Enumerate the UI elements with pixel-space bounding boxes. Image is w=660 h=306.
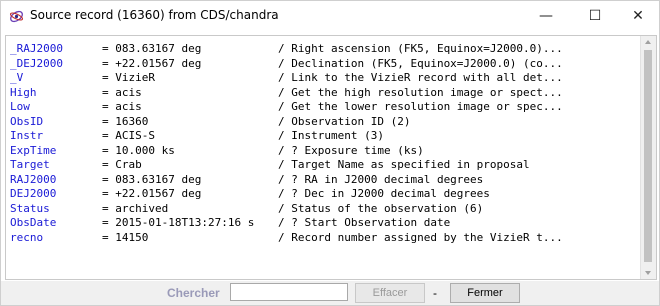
field-name[interactable]: DEJ2000 bbox=[10, 187, 56, 202]
field-value: = Crab bbox=[102, 158, 142, 171]
field-value: = 083.63167 deg bbox=[102, 172, 202, 186]
vertical-scrollbar[interactable] bbox=[640, 36, 656, 279]
field-value: = +22.01567 deg bbox=[102, 56, 202, 70]
field-description: / Status of the observation (6) bbox=[278, 201, 484, 215]
field-description: / Instrument (3) bbox=[278, 129, 384, 142]
field-name[interactable]: Status bbox=[10, 202, 50, 217]
close-window-button[interactable]: ✕ bbox=[615, 1, 660, 32]
field-description: / Record number assigned by the VizieR t… bbox=[278, 230, 563, 244]
field-name[interactable]: Target bbox=[10, 158, 50, 173]
arrow-down-icon[interactable] bbox=[645, 271, 651, 275]
window-title: Source record (16360) from CDS/chandra bbox=[30, 8, 279, 22]
clear-button[interactable]: Effacer bbox=[355, 283, 425, 303]
field-description: / Observation ID (2) bbox=[278, 114, 411, 128]
arrow-up-icon[interactable] bbox=[645, 40, 651, 44]
field-description: / Link to the VizieR record with all det… bbox=[278, 71, 563, 84]
source-record-window: Source record (16360) from CDS/chandra —… bbox=[0, 0, 660, 306]
field-name[interactable]: ExpTime bbox=[10, 144, 56, 159]
field-description: / Declination (FK5, Equinox=J2000.0) (co… bbox=[278, 56, 563, 70]
field-value: = archived bbox=[102, 201, 169, 215]
field-description: / ? Dec in J2000 decimal degrees bbox=[278, 187, 490, 200]
close-button[interactable]: Fermer bbox=[450, 283, 520, 303]
field-value: = VizieR bbox=[102, 71, 155, 84]
field-name[interactable]: High bbox=[10, 86, 37, 101]
field-name[interactable]: Instr bbox=[10, 129, 43, 144]
field-value: = acis bbox=[102, 100, 142, 113]
field-name[interactable]: _DEJ2000 bbox=[10, 57, 63, 72]
maximize-button[interactable]: ☐ bbox=[572, 1, 618, 32]
field-value: = acis bbox=[102, 85, 142, 99]
title-bar[interactable]: Source record (16360) from CDS/chandra —… bbox=[1, 1, 659, 32]
record-panel[interactable]: _RAJ2000 = 083.63167 deg / Right ascensi… bbox=[5, 35, 657, 280]
field-description: / Right ascension (FK5, Equinox=J2000.0)… bbox=[278, 42, 563, 55]
minimize-button[interactable]: — bbox=[523, 1, 569, 32]
field-value: = ACIS-S bbox=[102, 129, 155, 142]
field-name[interactable]: ObsID bbox=[10, 115, 43, 130]
scrollbar-thumb[interactable] bbox=[644, 50, 652, 262]
field-description: / Target Name as specified in proposal bbox=[278, 158, 530, 171]
search-input[interactable] bbox=[230, 283, 348, 301]
field-description: / ? RA in J2000 decimal degrees bbox=[278, 172, 484, 186]
field-name[interactable]: _RAJ2000 bbox=[10, 42, 63, 57]
field-name[interactable]: _V bbox=[10, 71, 23, 86]
field-description: / ? Exposure time (ks) bbox=[278, 143, 424, 157]
aladin-icon bbox=[9, 10, 24, 23]
field-value: = +22.01567 deg bbox=[102, 187, 202, 200]
field-value: = 083.63167 deg bbox=[102, 42, 202, 55]
field-value: = 2015-01-18T13:27:16 s bbox=[102, 216, 255, 229]
footer-toolbar: Chercher Effacer - Fermer bbox=[1, 281, 659, 305]
field-name[interactable]: ObsDate bbox=[10, 216, 56, 231]
field-value: = 10.000 ks bbox=[102, 143, 175, 157]
separator: - bbox=[433, 286, 437, 300]
field-value: = 14150 bbox=[102, 230, 149, 244]
search-label: Chercher bbox=[167, 286, 220, 300]
field-name[interactable]: recno bbox=[10, 231, 43, 246]
field-description: / Get the lower resolution image or spec… bbox=[278, 100, 563, 113]
field-description: / ? Start Observation date bbox=[278, 216, 451, 229]
field-value: = 16360 bbox=[102, 114, 149, 128]
field-name[interactable]: RAJ2000 bbox=[10, 173, 56, 188]
field-name[interactable]: Low bbox=[10, 100, 30, 115]
field-description: / Get the high resolution image or spect… bbox=[278, 85, 563, 99]
